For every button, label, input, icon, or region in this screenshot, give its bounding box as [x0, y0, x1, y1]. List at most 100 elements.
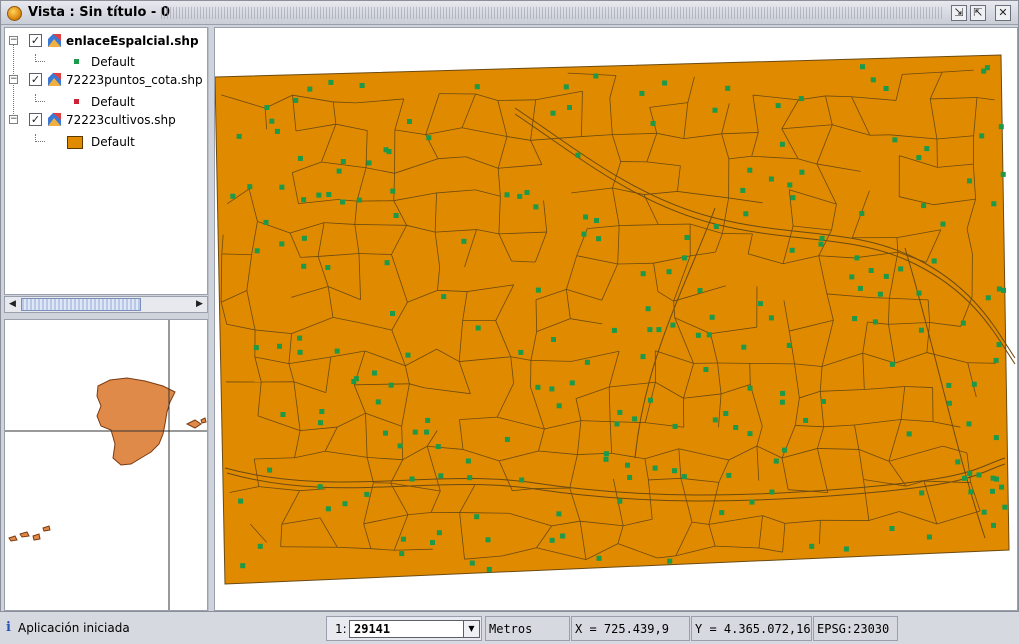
map-point: [747, 385, 753, 391]
layer-row-cultivos[interactable]: − ✓ 72223cultivos.shp: [5, 111, 205, 129]
map-point: [301, 263, 307, 269]
panel-splitter[interactable]: [208, 27, 213, 611]
map-point: [383, 430, 388, 436]
map-point: [818, 241, 824, 247]
map-point: [435, 444, 441, 450]
layer-row-enlace[interactable]: − ✓ enlaceEspalcial.shp: [5, 32, 205, 50]
scroll-right-icon[interactable]: ▶: [192, 297, 207, 312]
map-point: [706, 332, 712, 338]
map-point: [786, 342, 792, 348]
scale-value[interactable]: 29141: [354, 622, 390, 636]
map-point: [326, 192, 332, 197]
close-button[interactable]: ✕: [995, 5, 1011, 21]
layer-visibility-checkbox[interactable]: ✓: [29, 113, 42, 126]
map-point: [966, 421, 972, 427]
map-point: [1002, 504, 1008, 510]
map-point: [575, 152, 581, 158]
parcel-boundary: [967, 362, 996, 364]
map-point: [301, 197, 307, 203]
collapse-icon[interactable]: −: [9, 36, 18, 45]
map-point: [741, 344, 747, 350]
map-point: [967, 470, 973, 476]
layer-row-puntos-cota[interactable]: − ✓ 72223puntos_cota.shp: [5, 71, 205, 89]
map-point: [504, 192, 510, 198]
parcel-boundary: [533, 487, 570, 489]
map-point: [424, 429, 430, 435]
map-point: [712, 107, 718, 113]
map-point: [773, 458, 779, 464]
map-point: [782, 447, 788, 453]
layer-name[interactable]: 72223cultivos.shp: [66, 113, 176, 127]
info-icon: i: [6, 620, 11, 635]
chevron-down-icon[interactable]: ▼: [463, 621, 479, 637]
map-point: [340, 159, 346, 164]
epsg-field: EPSG:23030: [813, 616, 898, 641]
collapse-icon[interactable]: −: [9, 75, 18, 84]
map-point: [556, 511, 562, 517]
map-point: [307, 86, 313, 92]
locator-map[interactable]: [4, 319, 208, 611]
tree-line: [35, 134, 45, 142]
map-point: [438, 473, 444, 479]
map-point: [994, 476, 999, 482]
map-point: [569, 380, 575, 386]
map-point: [375, 399, 381, 405]
map-point: [524, 190, 530, 195]
map-point: [860, 64, 865, 70]
layer-name[interactable]: 72223puntos_cota.shp: [66, 73, 203, 87]
map-point: [386, 149, 392, 155]
scroll-left-icon[interactable]: ◀: [5, 297, 20, 312]
map-point: [549, 537, 555, 543]
map-point: [968, 489, 974, 495]
map-point: [325, 506, 331, 512]
scroll-thumb[interactable]: [21, 298, 141, 311]
map-point: [436, 530, 442, 536]
map-point: [280, 412, 286, 417]
restore-button[interactable]: ⇲: [951, 5, 967, 21]
map-point: [999, 484, 1005, 490]
map-point: [267, 467, 273, 473]
map-point: [758, 301, 763, 307]
layer-name[interactable]: enlaceEspalcial.shp: [66, 34, 199, 48]
map-point: [803, 417, 809, 423]
map-point: [868, 268, 874, 273]
map-point: [277, 343, 282, 349]
map-point: [301, 235, 307, 241]
map-point: [859, 211, 865, 216]
scale-combobox[interactable]: 29141 ▼: [349, 620, 480, 638]
map-point: [584, 359, 590, 365]
map-point: [412, 429, 418, 435]
map-point: [400, 536, 406, 542]
map-point: [407, 119, 412, 124]
map-point: [351, 379, 357, 384]
map-point: [550, 110, 556, 116]
maximize-button[interactable]: ⇱: [970, 5, 986, 21]
toc-horizontal-scrollbar[interactable]: ◀ ▶: [4, 296, 208, 313]
map-canvas[interactable]: [215, 28, 1017, 610]
title-grip: [161, 7, 943, 19]
x-coordinate-field: X = 725.439,9: [571, 616, 690, 641]
map-point: [390, 188, 396, 194]
map-point: [430, 540, 435, 546]
map-point: [747, 167, 753, 173]
map-point: [469, 560, 475, 566]
map-point: [405, 352, 411, 358]
map-view[interactable]: [214, 27, 1018, 611]
map-point: [632, 416, 638, 422]
map-point: [596, 236, 602, 242]
layer-visibility-checkbox[interactable]: ✓: [29, 34, 42, 47]
layer-visibility-checkbox[interactable]: ✓: [29, 73, 42, 86]
vector-layer-icon: [48, 73, 61, 86]
map-point: [667, 558, 673, 564]
map-point: [247, 184, 253, 190]
map-point: [504, 436, 510, 442]
title-bar[interactable]: Vista : Sin título - 0 ⇲ ⇱ ✕: [1, 1, 1018, 25]
map-point: [257, 543, 263, 549]
map-point: [843, 546, 849, 552]
collapse-icon[interactable]: −: [9, 115, 18, 124]
legend-label: Default: [91, 55, 135, 69]
map-point: [650, 120, 656, 126]
map-point: [726, 472, 732, 478]
map-point: [316, 192, 322, 198]
map-point: [799, 169, 805, 175]
